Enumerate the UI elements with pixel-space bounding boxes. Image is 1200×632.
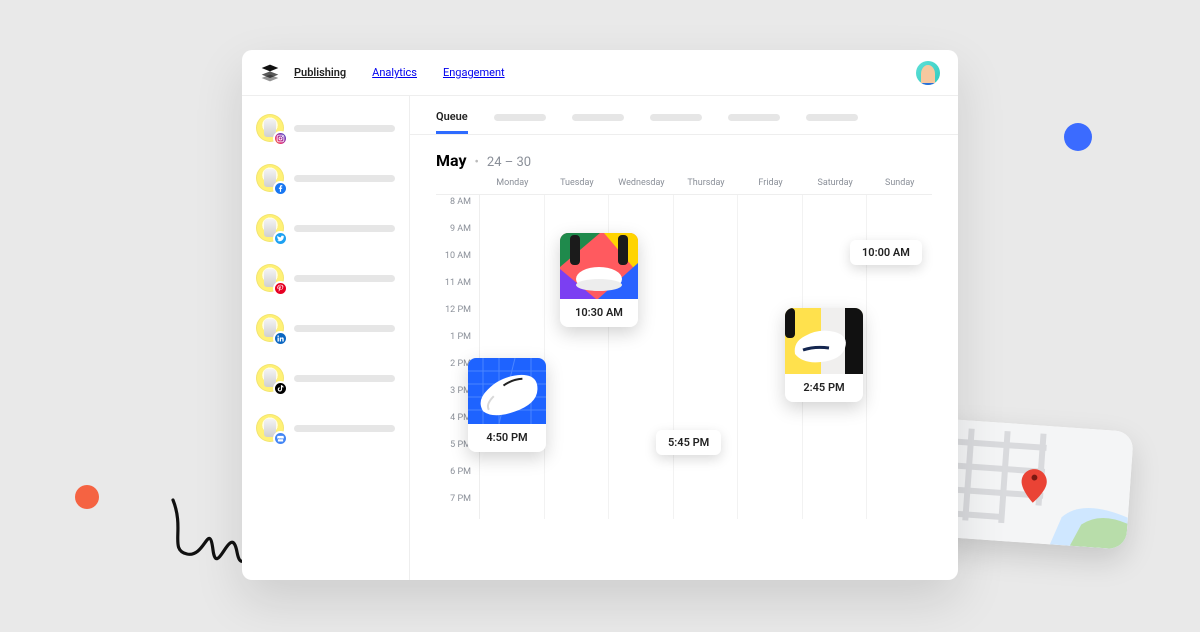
post-card-tuesday[interactable]: 4:50 PM <box>468 358 546 452</box>
app-window: Publishing Analytics Engagement <box>242 50 958 580</box>
time-chip-thursday[interactable]: 5:45 PM <box>656 430 721 455</box>
subtab-placeholder[interactable] <box>494 111 546 134</box>
decorative-map-card <box>930 418 1134 549</box>
hour-label: 10 AM <box>436 249 480 276</box>
period-range: 24 – 30 <box>487 155 531 170</box>
subtab-placeholder[interactable] <box>572 111 624 134</box>
instagram-icon <box>273 131 288 146</box>
calendar-header: . Monday Tuesday Wednesday Thursday Frid… <box>436 178 932 194</box>
sidebar-account-pinterest[interactable] <box>256 264 395 292</box>
account-avatar <box>256 114 284 142</box>
day-header: Tuesday <box>545 178 610 188</box>
subtab-queue[interactable]: Queue <box>436 110 468 134</box>
logo-icon <box>260 63 280 83</box>
post-time-label: 2:45 PM <box>785 374 863 402</box>
subtab-placeholder[interactable] <box>728 111 780 134</box>
time-chip-sunday[interactable]: 10:00 AM <box>850 240 922 265</box>
day-header: Wednesday <box>609 178 674 188</box>
hour-label: 1 PM <box>436 330 480 357</box>
account-avatar <box>256 264 284 292</box>
day-header: Saturday <box>803 178 868 188</box>
twitter-icon <box>273 231 288 246</box>
day-col-monday[interactable] <box>480 195 545 519</box>
subtab-placeholder[interactable] <box>650 111 702 134</box>
facebook-icon <box>273 181 288 196</box>
account-avatar <box>256 364 284 392</box>
account-avatar <box>256 414 284 442</box>
hour-label: 8 AM <box>436 195 480 222</box>
day-col-thursday[interactable] <box>674 195 739 519</box>
topbar: Publishing Analytics Engagement <box>242 50 958 96</box>
sidebar-account-instagram[interactable] <box>256 114 395 142</box>
post-thumbnail <box>468 358 546 424</box>
sidebar <box>242 96 410 580</box>
account-avatar <box>256 164 284 192</box>
sidebar-account-linkedin[interactable] <box>256 314 395 342</box>
subtab-placeholder[interactable] <box>806 111 858 134</box>
subtabs: Queue <box>410 96 958 135</box>
day-header: Friday <box>738 178 803 188</box>
time-column: 8 AM 9 AM 10 AM 11 AM 12 PM 1 PM 2 PM 3 … <box>436 195 480 519</box>
sidebar-account-tiktok[interactable] <box>256 364 395 392</box>
post-thumbnail <box>560 233 638 299</box>
account-name-placeholder <box>294 175 395 182</box>
hour-label: 7 PM <box>436 492 480 519</box>
account-name-placeholder <box>294 125 395 132</box>
post-card-wednesday[interactable]: 10:30 AM <box>560 233 638 327</box>
hour-label: 9 AM <box>436 222 480 249</box>
sidebar-account-facebook[interactable] <box>256 164 395 192</box>
linkedin-icon <box>273 331 288 346</box>
nav-engagement[interactable]: Engagement <box>443 66 505 79</box>
nav-publishing[interactable]: Publishing <box>294 66 346 79</box>
account-name-placeholder <box>294 225 395 232</box>
account-avatar <box>256 214 284 242</box>
account-name-placeholder <box>294 325 395 332</box>
post-time-label: 4:50 PM <box>468 424 546 452</box>
post-time-label: 10:30 AM <box>560 299 638 327</box>
period-separator: • <box>475 155 479 170</box>
user-avatar[interactable] <box>916 61 940 85</box>
decorative-dot-blue <box>1064 123 1092 151</box>
account-avatar <box>256 314 284 342</box>
day-header: Thursday <box>674 178 739 188</box>
account-name-placeholder <box>294 275 395 282</box>
day-header: Sunday <box>867 178 932 188</box>
period-month: May <box>436 151 467 170</box>
account-name-placeholder <box>294 375 395 382</box>
calendar: . Monday Tuesday Wednesday Thursday Frid… <box>410 178 958 570</box>
sidebar-account-google-business[interactable] <box>256 414 395 442</box>
hour-label: 12 PM <box>436 303 480 330</box>
nav-analytics[interactable]: Analytics <box>372 66 417 79</box>
sidebar-account-twitter[interactable] <box>256 214 395 242</box>
pinterest-icon <box>273 281 288 296</box>
post-card-saturday[interactable]: 2:45 PM <box>785 308 863 402</box>
hour-label: 6 PM <box>436 465 480 492</box>
day-header: Monday <box>480 178 545 188</box>
hour-label: 11 AM <box>436 276 480 303</box>
main: Queue May • 24 – 30 . Monday Tuesday Wed… <box>410 96 958 580</box>
post-thumbnail <box>785 308 863 374</box>
period-label: May • 24 – 30 <box>410 135 958 178</box>
google-business-icon <box>273 431 288 446</box>
top-nav: Publishing Analytics Engagement <box>294 66 505 79</box>
decorative-dot-orange <box>75 485 99 509</box>
account-name-placeholder <box>294 425 395 432</box>
tiktok-icon <box>273 381 288 396</box>
